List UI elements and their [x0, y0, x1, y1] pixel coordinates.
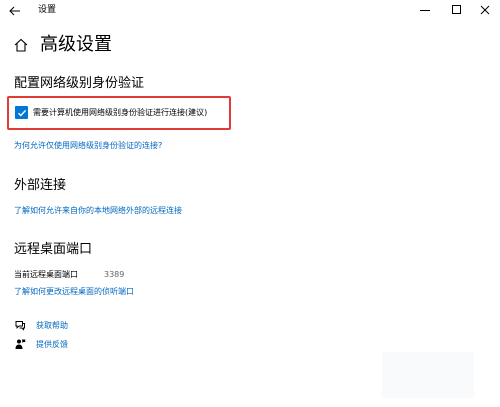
maximize-icon: [452, 5, 461, 14]
network-auth-checkbox-label[interactable]: 需要计算机使用网络级别身份验证进行连接(建议): [33, 107, 207, 118]
close-button[interactable]: [475, 2, 495, 18]
feedback-row[interactable]: 提供反馈: [14, 338, 68, 350]
app-title: 设置: [38, 5, 57, 15]
network-auth-checkbox[interactable]: [15, 106, 28, 119]
title-bar: 设置: [0, 0, 500, 22]
external-connections-link[interactable]: 了解如何允许来自你的本地网络外部的远程连接: [14, 205, 182, 216]
maximize-button[interactable]: [447, 2, 467, 18]
rdp-port-label: 当前远程桌面端口: [14, 270, 78, 279]
feedback-link[interactable]: 提供反馈: [36, 339, 68, 350]
change-port-link[interactable]: 了解如何更改远程桌面的侦听端口: [14, 286, 134, 297]
external-connections-heading: 外部连接: [14, 178, 67, 193]
get-help-row[interactable]: 获取帮助: [14, 319, 68, 331]
minimize-icon: [420, 10, 430, 11]
chat-help-icon: [14, 319, 26, 331]
get-help-link[interactable]: 获取帮助: [36, 320, 68, 331]
rdp-port-value: 3389: [104, 270, 125, 279]
settings-window: 设置 高级设置 配置网络级别身份验证 需要计算机使用网络级别身份验证进行连接(建…: [0, 0, 500, 407]
back-arrow-icon: [9, 6, 20, 16]
rdp-port-heading: 远程桌面端口: [14, 242, 93, 257]
close-icon: [480, 5, 490, 15]
network-auth-heading: 配置网络级别身份验证: [14, 76, 145, 91]
why-nla-link[interactable]: 为何允许仅使用网络级别身份验证的连接?: [14, 140, 162, 151]
minimize-button[interactable]: [415, 2, 435, 18]
page-title: 高级设置: [40, 34, 112, 55]
home-icon[interactable]: [13, 37, 29, 53]
watermark-area: [382, 352, 474, 398]
checkmark-icon: [17, 109, 26, 117]
back-button[interactable]: [6, 3, 24, 19]
feedback-person-icon: [14, 338, 26, 350]
